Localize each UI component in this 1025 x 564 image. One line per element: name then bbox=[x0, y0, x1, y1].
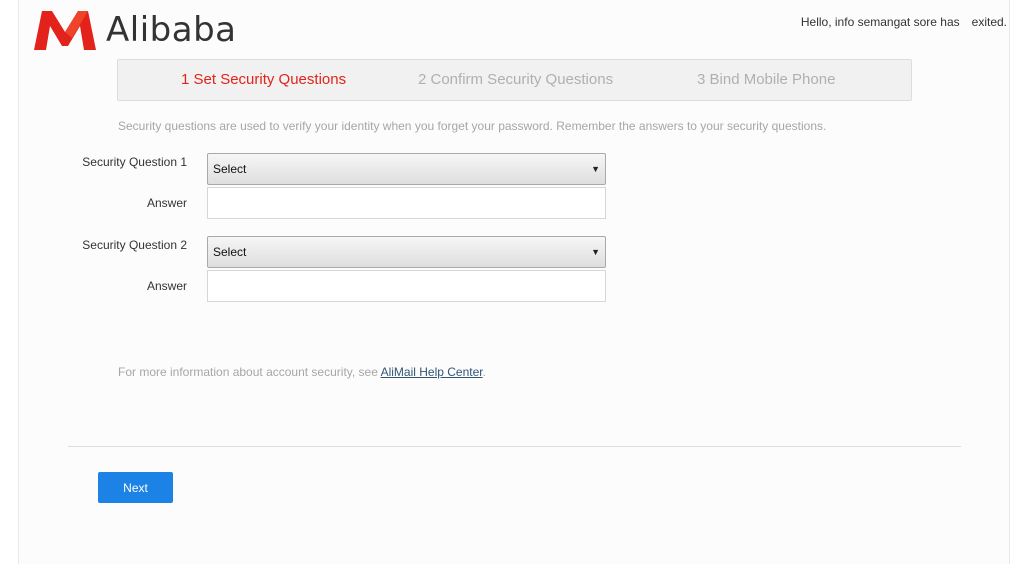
help-prefix: For more information about account secur… bbox=[118, 365, 381, 379]
alibaba-m-icon bbox=[34, 11, 96, 50]
security-question-1-select[interactable]: Select ▼ bbox=[207, 153, 606, 185]
dropdown-caret-icon: ▼ bbox=[591, 164, 600, 174]
step-set-security-questions: 1 Set Security Questions bbox=[181, 71, 347, 88]
step-bind-mobile-phone: 3 Bind Mobile Phone bbox=[697, 71, 836, 88]
security-setup-page: Alibaba Hello, info semangat sore has exi… bbox=[0, 0, 1025, 564]
user-greeting: Hello, info semangat sore has exited. bbox=[801, 15, 1007, 29]
security-question-1-value: Select bbox=[213, 162, 247, 176]
answer-2-input[interactable] bbox=[207, 270, 606, 302]
security-question-2-label: Security Question 2 bbox=[82, 238, 187, 252]
greeting-text: Hello, info semangat sore has bbox=[800, 15, 960, 29]
progress-steps: 1 Set Security Questions 2 Confirm Secur… bbox=[117, 59, 912, 101]
help-suffix: . bbox=[482, 365, 486, 379]
dropdown-caret-icon: ▼ bbox=[591, 247, 600, 257]
security-question-1-label: Security Question 1 bbox=[82, 155, 187, 169]
security-question-2-value: Select bbox=[213, 245, 247, 259]
footer-divider bbox=[68, 446, 961, 447]
help-text: For more information about account secur… bbox=[118, 365, 486, 379]
step-confirm-security-questions: 2 Confirm Security Questions bbox=[418, 71, 614, 88]
alibaba-logo[interactable]: Alibaba bbox=[32, 8, 237, 52]
intro-text: Security questions are used to verify yo… bbox=[118, 119, 827, 133]
logo-text: Alibaba bbox=[106, 10, 237, 50]
answer-2-label: Answer bbox=[146, 279, 187, 293]
next-button[interactable]: Next bbox=[98, 472, 173, 503]
answer-1-input[interactable] bbox=[207, 187, 606, 219]
help-center-link[interactable]: AliMail Help Center bbox=[381, 365, 483, 379]
answer-1-label: Answer bbox=[146, 196, 187, 210]
security-question-2-select[interactable]: Select ▼ bbox=[207, 236, 606, 268]
exit-link[interactable]: exited. bbox=[972, 15, 1007, 29]
